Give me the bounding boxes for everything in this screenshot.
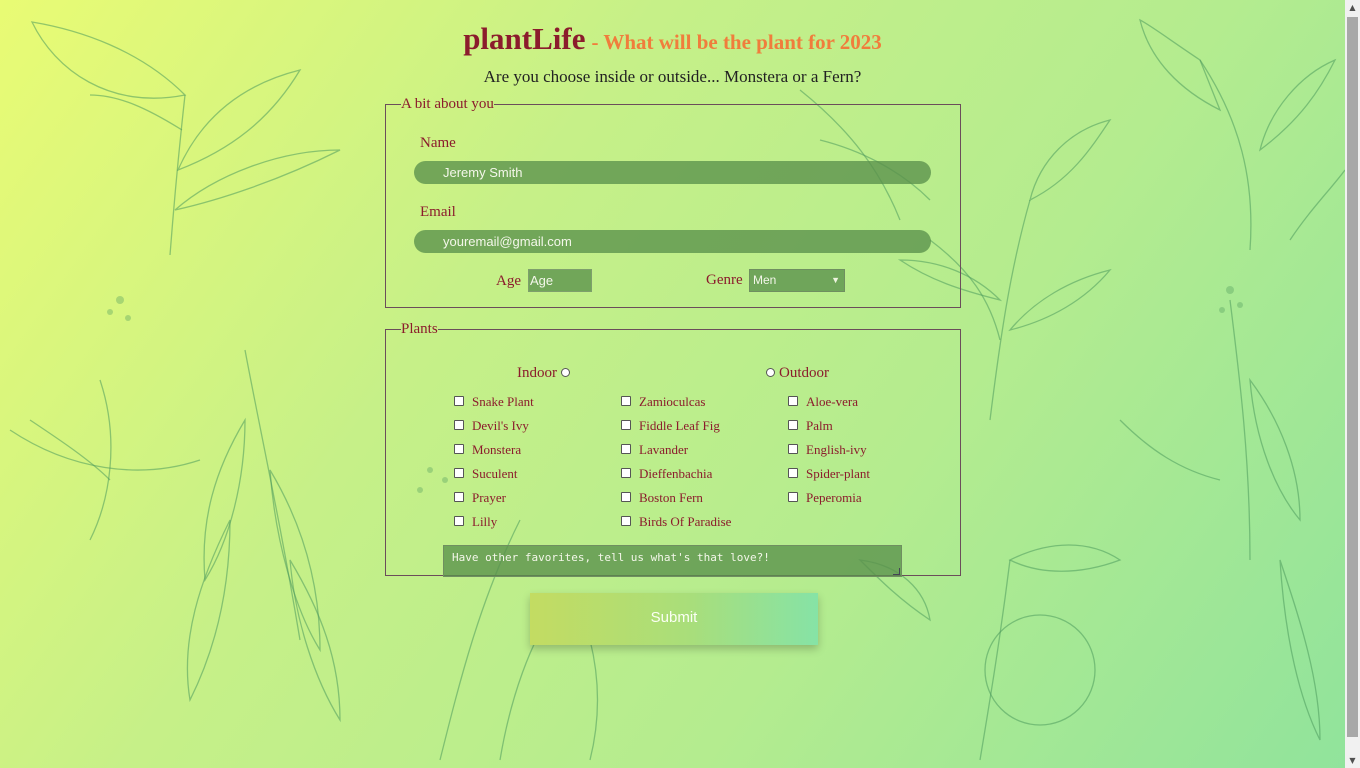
other-favorites-placeholder: Have other favorites, tell us what's tha… xyxy=(452,551,770,564)
plant-option-label: Snake Plant xyxy=(472,394,534,409)
plant-option-label: Lilly xyxy=(472,514,498,529)
vertical-scrollbar[interactable]: ▲ ▼ xyxy=(1345,0,1360,768)
plant-checkbox[interactable] xyxy=(454,468,464,478)
plant-option-label: Aloe-vera xyxy=(806,394,858,409)
plant-checkbox[interactable] xyxy=(788,492,798,502)
plant-checkbox[interactable] xyxy=(454,396,464,406)
indoor-label: Indoor xyxy=(517,365,557,381)
other-favorites-textarea[interactable]: Have other favorites, tell us what's tha… xyxy=(443,545,902,577)
plant-checkbox[interactable] xyxy=(788,396,798,406)
plant-checkbox[interactable] xyxy=(621,468,631,478)
plant-option-label: Lavander xyxy=(639,442,689,457)
genre-label: Genre xyxy=(706,272,743,288)
plant-checkbox[interactable] xyxy=(454,516,464,526)
plant-option-label: Prayer xyxy=(472,490,506,505)
plant-checkbox[interactable] xyxy=(621,492,631,502)
plant-checkbox[interactable] xyxy=(788,468,798,478)
scroll-down-icon[interactable]: ▼ xyxy=(1345,753,1360,768)
genre-select[interactable]: Men ▼ xyxy=(749,269,845,292)
plant-option-label: Dieffenbachia xyxy=(639,466,713,481)
plant-checkbox[interactable] xyxy=(788,420,798,430)
plant-checkbox[interactable] xyxy=(454,420,464,430)
indoor-radio[interactable] xyxy=(561,368,570,377)
plant-option-label: Peperomia xyxy=(806,490,862,505)
plant-checkbox[interactable] xyxy=(454,492,464,502)
plant-option-label: Fiddle Leaf Fig xyxy=(639,418,720,433)
outdoor-label: Outdoor xyxy=(779,365,829,381)
plant-option-label: Spider-plant xyxy=(806,466,871,481)
plant-option-label: Zamioculcas xyxy=(639,394,706,409)
genre-selected-value: Men xyxy=(753,273,777,287)
page-title: plantLife - What will be the plant for 20… xyxy=(0,18,1345,65)
age-input[interactable]: Age xyxy=(528,269,592,292)
plant-option-label: English-ivy xyxy=(806,442,867,457)
page-subtitle: Are you choose inside or outside... Mons… xyxy=(483,67,862,86)
plant-option-label: Boston Fern xyxy=(639,490,703,505)
plant-checkbox[interactable] xyxy=(621,420,631,430)
plant-option-label: Devil's Ivy xyxy=(472,418,529,433)
email-input[interactable]: youremail@gmail.com xyxy=(414,230,931,253)
plant-checkbox[interactable] xyxy=(788,444,798,454)
plant-option-label: Monstera xyxy=(472,442,522,457)
plant-checkbox[interactable] xyxy=(454,444,464,454)
plant-checkbox[interactable] xyxy=(621,444,631,454)
resize-grip-icon[interactable] xyxy=(893,568,900,575)
chevron-down-icon: ▼ xyxy=(831,275,840,285)
submit-button[interactable]: Submit xyxy=(530,593,818,645)
scroll-up-icon[interactable]: ▲ xyxy=(1345,0,1360,15)
plants-section: Plants Indoor Outdoor Snake Plant Zamioc… xyxy=(385,321,961,577)
age-label: Age xyxy=(496,273,521,289)
name-label: Name xyxy=(420,135,456,151)
about-you-legend: A bit about you xyxy=(401,96,494,112)
plant-checkbox[interactable] xyxy=(621,396,631,406)
brand-name: plantLife xyxy=(463,21,586,56)
page-header: plantLife - What will be the plant for 20… xyxy=(0,18,1345,87)
email-label: Email xyxy=(420,204,456,220)
tagline: - What will be the plant for 2023 xyxy=(591,30,882,54)
name-input[interactable]: Jeremy Smith xyxy=(414,161,931,184)
plant-option-label: Birds Of Paradise xyxy=(639,514,732,529)
plant-checkbox[interactable] xyxy=(621,516,631,526)
plants-legend: Plants xyxy=(401,321,438,337)
plant-option-label: Palm xyxy=(806,418,833,433)
outdoor-radio[interactable] xyxy=(766,368,775,377)
plant-option-label: Suculent xyxy=(472,466,518,481)
scrollbar-thumb[interactable] xyxy=(1347,17,1358,737)
about-you-section: A bit about you Name Jeremy Smith Email … xyxy=(385,97,961,308)
